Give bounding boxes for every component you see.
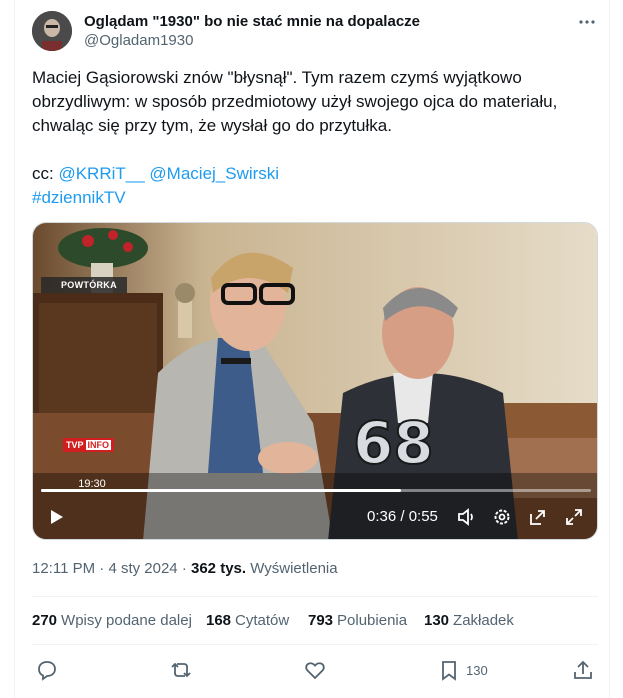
- tweet-text-line: Maciej Gąsiorowski znów "błysnął". Tym r…: [32, 68, 522, 87]
- fullscreen-button[interactable]: [561, 503, 587, 531]
- repeat-badge: POWTÓRKA: [41, 277, 127, 293]
- tweet-date[interactable]: 4 sty 2024: [108, 560, 177, 577]
- video-progress-fill: [41, 489, 402, 492]
- bookmark-button[interactable]: 130: [438, 657, 488, 683]
- tweet-meta: 12:11 PM · 4 sty 2024 · 362 tys. Wyświet…: [32, 560, 338, 577]
- video-controls: 0:36 / 0:55: [33, 503, 597, 533]
- tweet-text-line: obrzydliwym: w sposób przedmiotowy użył …: [32, 92, 558, 111]
- reply-button[interactable]: [36, 657, 58, 683]
- fullscreen-icon: [566, 509, 582, 525]
- stat-likes[interactable]: 793 Polubienia: [308, 612, 407, 629]
- cc-line: cc: @KRRiT__ @Maciej_Swirski: [32, 162, 592, 186]
- reply-icon: [38, 661, 56, 681]
- svg-text:68: 68: [353, 409, 434, 477]
- divider: [32, 596, 598, 597]
- bookmark-icon: [442, 661, 456, 681]
- cc-prefix: cc:: [32, 164, 59, 183]
- popout-button[interactable]: [525, 503, 551, 531]
- views-label: Wyświetlenia: [246, 560, 338, 577]
- play-icon: [51, 510, 63, 524]
- volume-button[interactable]: [453, 503, 479, 531]
- clock-overlay: 19:30: [78, 478, 106, 490]
- divider: [32, 644, 598, 645]
- share-icon: [574, 660, 592, 679]
- popout-icon: [530, 510, 545, 525]
- stat-retweets[interactable]: 270 Wpisy podane dalej: [32, 612, 192, 629]
- video-player[interactable]: 68 POWTÓRKA TVP INFO 19:30 0:36 / 0:55: [32, 222, 598, 540]
- views-count: 362 tys.: [191, 560, 247, 577]
- share-button[interactable]: [572, 657, 594, 683]
- tweet-header: Oglądam "1930" bo nie stać mnie na dopal…: [32, 11, 602, 53]
- stat-bookmarks[interactable]: 130 Zakładek: [424, 612, 514, 629]
- settings-icon: [494, 509, 510, 525]
- play-button[interactable]: [43, 503, 69, 531]
- bookmark-count: 130: [466, 662, 488, 678]
- video-time: 0:36 / 0:55: [367, 508, 438, 525]
- tweet-actions: 130: [32, 657, 598, 685]
- settings-button[interactable]: [489, 503, 515, 531]
- mention-maciej-swirski[interactable]: @Maciej_Swirski: [149, 164, 279, 183]
- like-button[interactable]: [304, 657, 326, 683]
- mention-krrit[interactable]: @KRRiT__: [58, 164, 144, 183]
- retweet-button[interactable]: [170, 657, 192, 683]
- retweet-icon: [171, 662, 191, 678]
- stat-quotes[interactable]: 168 Cytatów: [206, 612, 289, 629]
- author-handle[interactable]: @Ogladam1930: [84, 32, 193, 49]
- channel-logo: TVP INFO: [63, 438, 115, 452]
- tweet-time[interactable]: 12:11 PM: [32, 560, 95, 577]
- author-name[interactable]: Oglądam "1930" bo nie stać mnie na dopal…: [84, 13, 420, 30]
- tweet-text-line: chwaląc się przy tym, że wysłał go do pr…: [32, 116, 392, 135]
- video-progress-bar[interactable]: [41, 489, 591, 492]
- hashtag-dzienniktv[interactable]: #dziennikTV: [32, 188, 126, 207]
- tweet-text: Maciej Gąsiorowski znów "błysnął". Tym r…: [32, 66, 592, 210]
- volume-icon: [458, 508, 473, 526]
- more-button[interactable]: [576, 11, 598, 33]
- like-icon: [305, 662, 325, 680]
- tweet-stats: 270 Wpisy podane dalej 168 Cytatów 793 Polu…: [32, 612, 598, 632]
- more-icon: [579, 20, 595, 24]
- avatar[interactable]: [32, 11, 72, 51]
